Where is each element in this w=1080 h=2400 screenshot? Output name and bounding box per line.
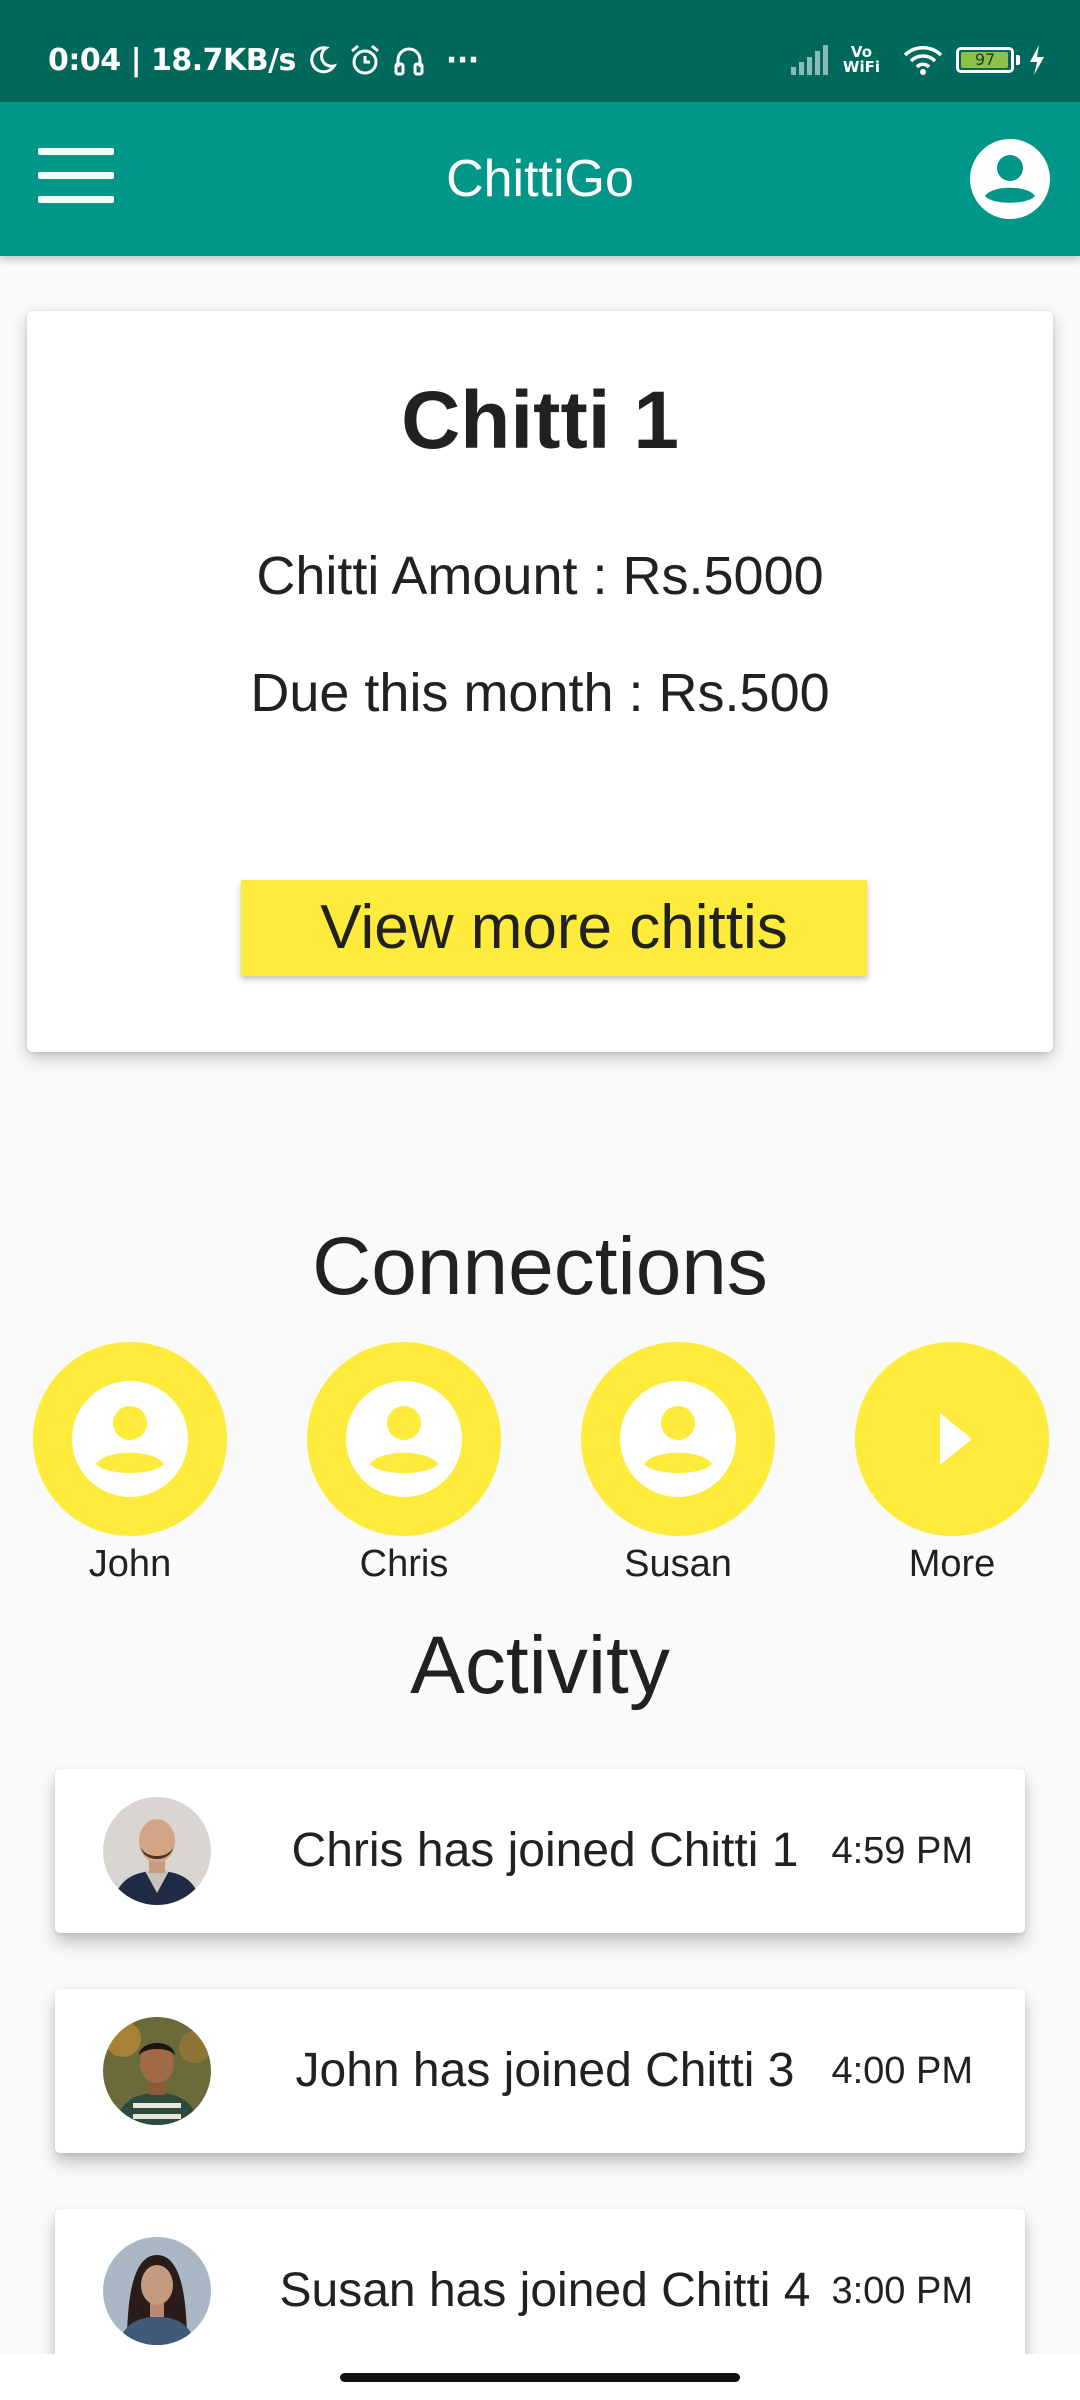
activity-title: Activity	[410, 1620, 670, 1711]
app-title: ChittiGo	[446, 150, 634, 208]
battery-percent: 97	[974, 50, 996, 69]
activity-item[interactable]: Susan has joined Chitti 4 3:00 PM	[55, 2209, 1025, 2373]
chitti-amount: Chitti Amount : Rs.5000	[256, 546, 824, 606]
chitti-summary-card: Chitti 1 Chitti Amount : Rs.5000 Due thi…	[27, 311, 1053, 1052]
status-right: Vo WiFi 97	[781, 40, 1046, 80]
activity-time: 4:59 PM	[831, 1830, 973, 1872]
person-icon	[620, 1381, 736, 1497]
play-arrow-icon	[940, 1413, 972, 1465]
vowifi-indicator: Vo WiFi	[843, 45, 880, 75]
home-gesture-handle[interactable]	[340, 2373, 740, 2382]
activity-text: Chris has joined Chitti 1	[291, 1824, 799, 1877]
avatar	[103, 2017, 211, 2125]
chitti-due: Due this month : Rs.500	[250, 663, 830, 723]
headphones-icon	[392, 43, 426, 77]
status-bar: 0:04 | 18.7KB/s ··· Vo WiFi 97	[0, 0, 1080, 102]
activity-item[interactable]: Chris has joined Chitti 1 4:59 PM	[55, 1769, 1025, 1933]
activity-time: 3:00 PM	[831, 2270, 973, 2312]
status-left: 0:04 | 18.7KB/s ···	[48, 40, 479, 80]
connection-susan[interactable]: Susan	[581, 1342, 775, 1588]
battery-icon: 97	[956, 47, 1014, 73]
activity-text: Susan has joined Chitti 4	[279, 2264, 811, 2317]
activity-item[interactable]: John has joined Chitti 3 4:00 PM	[55, 1989, 1025, 2153]
battery-cap	[1016, 55, 1020, 65]
connection-avatar[interactable]	[33, 1342, 227, 1536]
activity-text: John has joined Chitti 3	[295, 2044, 795, 2097]
connection-label: John	[88, 1543, 172, 1585]
status-time-speed: 0:04 | 18.7KB/s	[48, 42, 296, 78]
moon-icon	[306, 44, 338, 76]
connection-more[interactable]: More	[855, 1342, 1049, 1588]
avatar	[103, 2237, 211, 2345]
vowifi-bottom: WiFi	[842, 58, 880, 76]
charging-icon	[1028, 45, 1046, 75]
wifi-icon	[902, 44, 944, 76]
chitti-title: Chitti 1	[401, 375, 679, 466]
more-connections-button[interactable]	[855, 1342, 1049, 1536]
connection-label: More	[908, 1543, 996, 1585]
signal-icon	[790, 45, 831, 75]
app-bar: ChittiGo	[0, 102, 1080, 256]
account-circle-icon[interactable]	[970, 139, 1050, 219]
activity-time: 4:00 PM	[831, 2050, 973, 2092]
connection-label: Chris	[359, 1543, 449, 1585]
connection-john[interactable]: John	[33, 1342, 227, 1588]
person-icon	[346, 1381, 462, 1497]
connection-chris[interactable]: Chris	[307, 1342, 501, 1588]
connection-avatar[interactable]	[581, 1342, 775, 1536]
connection-avatar[interactable]	[307, 1342, 501, 1536]
connections-title: Connections	[312, 1221, 768, 1312]
more-notifications-icon: ···	[445, 42, 479, 78]
alarm-icon	[348, 43, 382, 77]
view-more-chittis-button[interactable]: View more chittis	[241, 880, 867, 976]
navigation-gesture-bar	[0, 2354, 1080, 2400]
connection-label: Susan	[624, 1543, 732, 1585]
person-icon	[72, 1381, 188, 1497]
avatar	[103, 1797, 211, 1905]
